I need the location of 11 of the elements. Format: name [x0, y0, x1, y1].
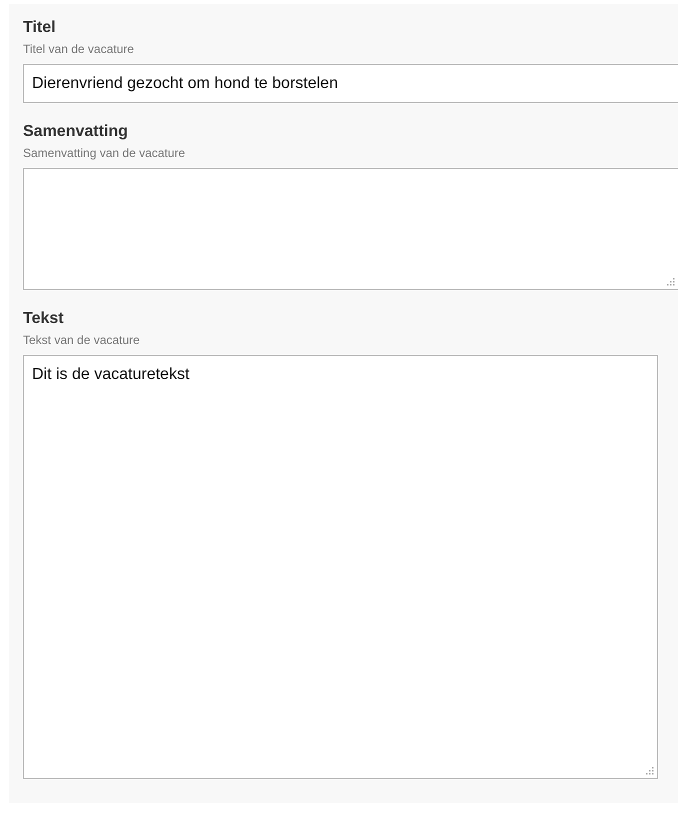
field-hint: Titel van de vacature	[23, 42, 135, 56]
field-label: Samenvatting	[23, 122, 129, 142]
field-label: Tekst	[23, 309, 65, 329]
text-area-field[interactable]: Dit is de vacaturetekst	[23, 355, 658, 779]
field-label: Titel	[23, 18, 57, 38]
resize-grip-icon[interactable]	[645, 766, 654, 775]
resize-grip-icon[interactable]	[666, 277, 675, 286]
field-hint: Tekst van de vacature	[23, 333, 141, 347]
title-input-field[interactable]: Dierenvriend gezocht om hond te borstelen	[23, 64, 678, 103]
field-hint: Samenvatting van de vacature	[23, 146, 186, 160]
text-area-field[interactable]	[23, 168, 678, 290]
